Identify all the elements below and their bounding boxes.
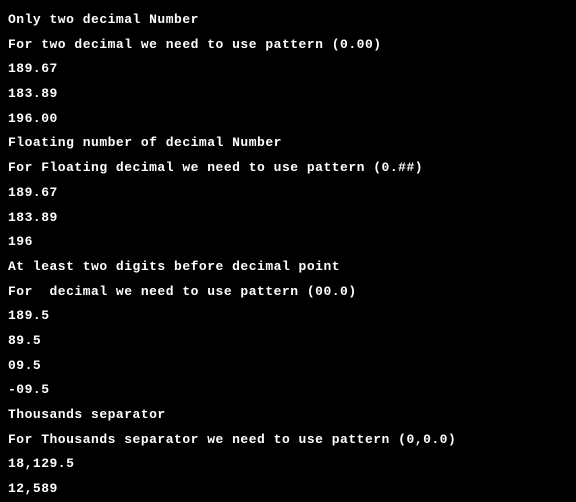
output-line: 183.89 <box>8 206 568 231</box>
output-line: 183.89 <box>8 82 568 107</box>
output-line: 12,589 <box>8 477 568 502</box>
output-line: 196.00 <box>8 107 568 132</box>
output-line: 189.5 <box>8 304 568 329</box>
output-line: 09.5 <box>8 354 568 379</box>
output-line: 89.5 <box>8 329 568 354</box>
output-line: At least two digits before decimal point <box>8 255 568 280</box>
output-line: 189.67 <box>8 57 568 82</box>
output-line: For two decimal we need to use pattern (… <box>8 33 568 58</box>
output-line: For Thousands separator we need to use p… <box>8 428 568 453</box>
output-line: Floating number of decimal Number <box>8 131 568 156</box>
output-line: 189.67 <box>8 181 568 206</box>
output-line: -09.5 <box>8 378 568 403</box>
output-line: 18,129.5 <box>8 452 568 477</box>
output-line: Thousands separator <box>8 403 568 428</box>
output-line: Only two decimal Number <box>8 8 568 33</box>
output-line: For decimal we need to use pattern (00.0… <box>8 280 568 305</box>
output-line: For Floating decimal we need to use patt… <box>8 156 568 181</box>
output-line: 196 <box>8 230 568 255</box>
